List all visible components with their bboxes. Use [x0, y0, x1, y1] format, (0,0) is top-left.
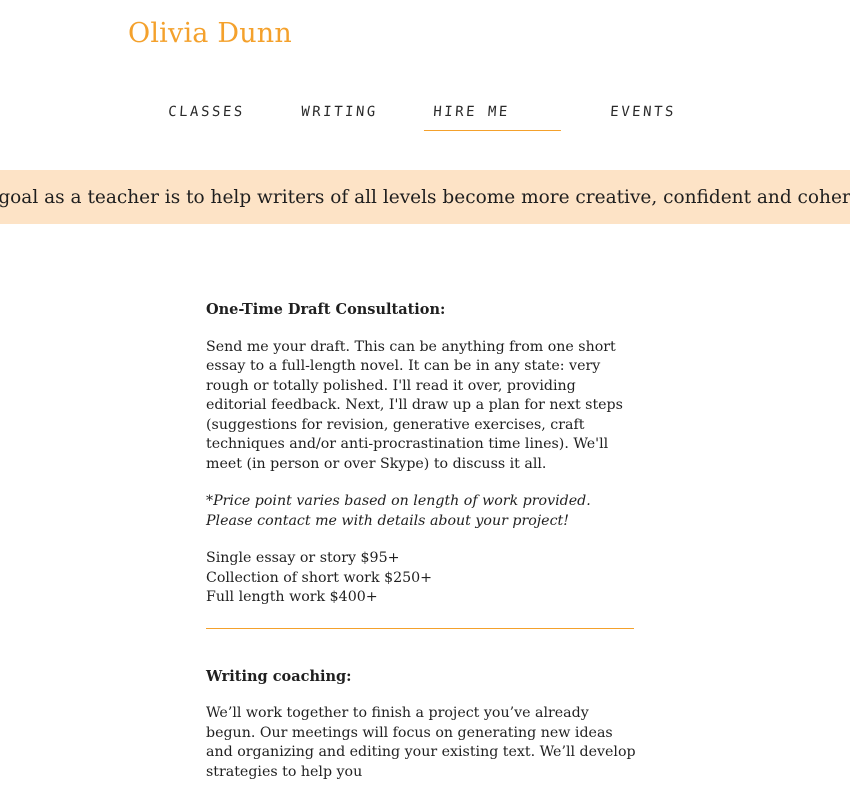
price-item: Full length work $400+: [206, 589, 378, 605]
price-item: Collection of short work $250+: [206, 569, 433, 586]
main-nav: Classes Writing Hire Me Events: [160, 100, 723, 131]
mission-text: My goal as a teacher is to help writers …: [0, 186, 850, 208]
nav-item-hire-me[interactable]: Hire Me: [423, 100, 563, 131]
nav-item-classes[interactable]: Classes: [159, 100, 254, 130]
coaching-heading: Writing coaching:: [206, 667, 352, 685]
coaching-section: Writing coaching: We’ll work together to…: [206, 667, 636, 783]
price-item: Single essay or story $95+: [206, 550, 400, 566]
site-title[interactable]: Olivia Dunn: [128, 18, 292, 49]
price-list: Single essay or story $95+ Collection of…: [206, 549, 636, 608]
nav-item-events[interactable]: Events: [600, 100, 684, 130]
mission-banner: My goal as a teacher is to help writers …: [0, 170, 850, 224]
price-note: *Price point varies based on length of w…: [206, 493, 591, 529]
section-divider: [206, 627, 634, 629]
consultation-section: One-Time Draft Consultation: Send me you…: [206, 300, 636, 608]
services-content: One-Time Draft Consultation: Send me you…: [206, 300, 636, 800]
nav-item-writing[interactable]: Writing: [291, 100, 386, 130]
coaching-body: We’ll work together to finish a project …: [206, 705, 636, 780]
consultation-body: Send me your draft. This can be anything…: [206, 338, 623, 472]
consultation-heading: One-Time Draft Consultation:: [206, 301, 446, 318]
